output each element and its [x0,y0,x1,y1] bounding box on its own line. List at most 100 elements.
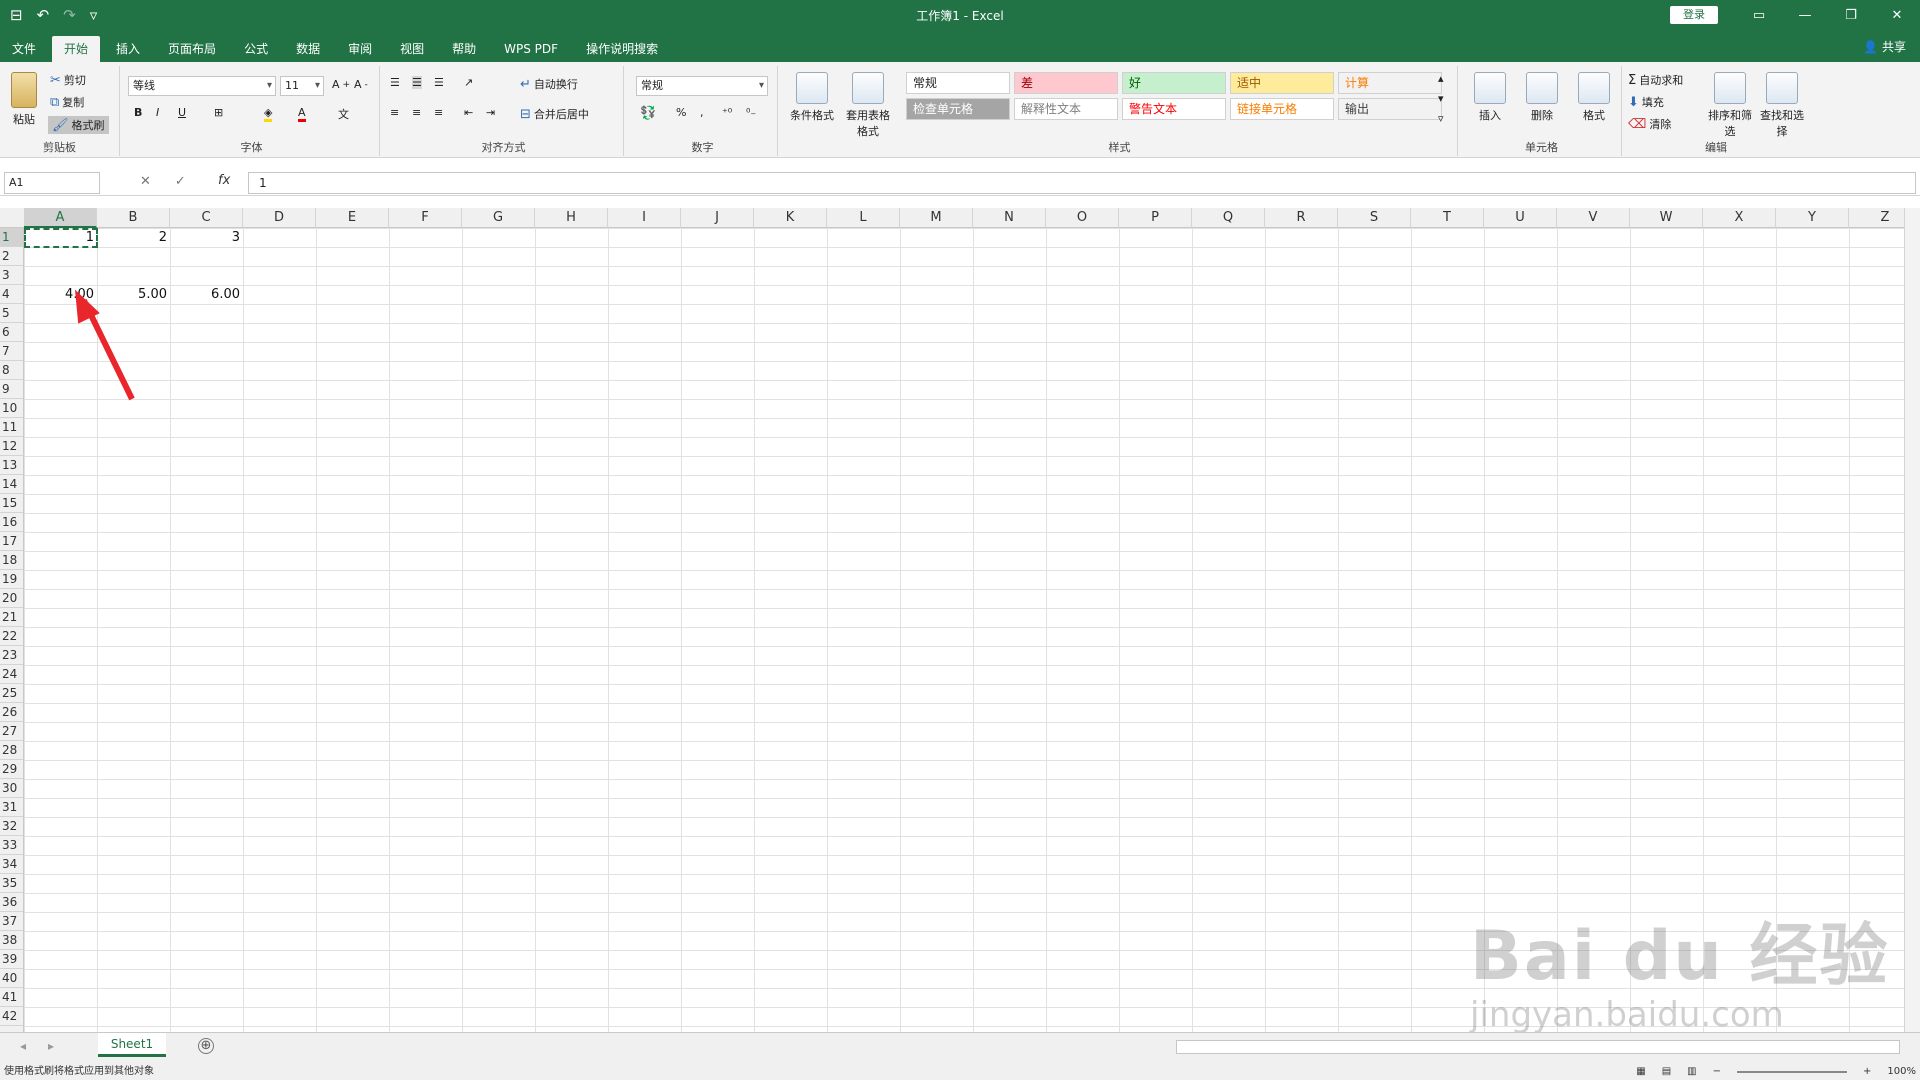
column-header-D[interactable]: D [243,208,316,228]
restore-button[interactable]: ❐ [1828,0,1874,30]
ribbon-display-icon[interactable]: ▭ [1736,0,1782,30]
find-select-button[interactable]: 查找和选择 [1756,72,1808,139]
align-middle-button[interactable]: ☰ [412,76,422,89]
align-bottom-button[interactable]: ☰ [434,76,444,89]
zoom-level[interactable]: 100% [1887,1064,1916,1080]
row-header-32[interactable]: 32 [0,817,23,836]
border-button[interactable]: ⊞ [214,106,223,119]
styles-scroll-up[interactable]: ▴ [1438,72,1444,85]
row-header-25[interactable]: 25 [0,684,23,703]
column-header-V[interactable]: V [1557,208,1630,228]
cell-style-4[interactable]: 计算 [1338,72,1442,94]
tab-2[interactable]: 插入 [104,36,152,62]
column-header-F[interactable]: F [389,208,462,228]
decrease-decimal-button[interactable]: ⁰₋ [746,106,756,119]
sheet-nav-left-icon[interactable]: ◂ [20,1039,26,1053]
tab-9[interactable]: WPS PDF [492,36,570,62]
row-header-28[interactable]: 28 [0,741,23,760]
column-header-L[interactable]: L [827,208,900,228]
sheet-nav-right-icon[interactable]: ▸ [48,1039,54,1053]
page-layout-icon[interactable]: ▤ [1662,1064,1671,1080]
row-header-33[interactable]: 33 [0,836,23,855]
minimize-button[interactable]: — [1782,0,1828,30]
horizontal-scrollbar[interactable] [1176,1040,1900,1054]
row-header-9[interactable]: 9 [0,380,23,399]
close-button[interactable]: ✕ [1874,0,1920,30]
cell-style-3[interactable]: 适中 [1230,72,1334,94]
tab-6[interactable]: 审阅 [336,36,384,62]
row-header-4[interactable]: 4 [0,285,23,304]
column-header-J[interactable]: J [681,208,754,228]
row-header-8[interactable]: 8 [0,361,23,380]
copy-button[interactable]: ⧉ 复制 [50,94,84,110]
row-header-12[interactable]: 12 [0,437,23,456]
tab-3[interactable]: 页面布局 [156,36,228,62]
format-cells-button[interactable]: 格式 [1568,72,1620,123]
align-right-button[interactable]: ≡ [434,106,443,119]
row-header-14[interactable]: 14 [0,475,23,494]
shrink-font-button[interactable]: A- [354,78,368,91]
row-header-16[interactable]: 16 [0,513,23,532]
column-header-W[interactable]: W [1630,208,1703,228]
cell-style-8[interactable]: 链接单元格 [1230,98,1334,120]
row-header-6[interactable]: 6 [0,323,23,342]
cell-style-6[interactable]: 解释性文本 [1014,98,1118,120]
column-header-Q[interactable]: Q [1192,208,1265,228]
column-header-O[interactable]: O [1046,208,1119,228]
column-header-N[interactable]: N [973,208,1046,228]
delete-cells-button[interactable]: 删除 [1516,72,1568,123]
row-header-39[interactable]: 39 [0,950,23,969]
format-as-table-button[interactable]: 套用表格格式 [842,72,894,139]
vertical-scrollbar[interactable] [1904,208,1920,1032]
paste-button[interactable]: 粘贴 [2,72,46,127]
add-sheet-icon[interactable]: ⊕ [198,1038,214,1054]
row-header-30[interactable]: 30 [0,779,23,798]
row-header-40[interactable]: 40 [0,969,23,988]
row-header-1[interactable]: 1 [0,228,23,247]
column-header-M[interactable]: M [900,208,973,228]
row-header-35[interactable]: 35 [0,874,23,893]
cancel-icon[interactable]: ✕ [140,174,151,189]
cell-style-9[interactable]: 输出 [1338,98,1442,120]
styles-more[interactable]: ▿ [1438,112,1444,125]
login-button[interactable]: 登录 [1670,6,1718,24]
column-header-U[interactable]: U [1484,208,1557,228]
row-header-17[interactable]: 17 [0,532,23,551]
sheet-tab[interactable]: Sheet1 [98,1033,166,1057]
bold-button[interactable]: B [134,106,142,119]
column-header-S[interactable]: S [1338,208,1411,228]
zoom-in-icon[interactable]: + [1863,1064,1871,1080]
tab-5[interactable]: 数据 [284,36,332,62]
row-header-41[interactable]: 41 [0,988,23,1007]
indent-increase-button[interactable]: ⇥ [486,106,495,119]
font-color-button[interactable]: A [298,106,306,122]
column-header-P[interactable]: P [1119,208,1192,228]
cell-B1[interactable]: 2 [97,228,170,247]
column-header-C[interactable]: C [170,208,243,228]
increase-decimal-button[interactable]: ⁺⁰ [722,106,732,119]
row-header-21[interactable]: 21 [0,608,23,627]
column-header-B[interactable]: B [97,208,170,228]
page-break-icon[interactable]: ▥ [1687,1064,1696,1080]
row-header-29[interactable]: 29 [0,760,23,779]
fill-button[interactable]: ⬇ 填充 [1628,94,1664,110]
number-format-combo[interactable]: 常规 ▾ [636,76,768,96]
indent-decrease-button[interactable]: ⇤ [464,106,473,119]
row-header-5[interactable]: 5 [0,304,23,323]
currency-button[interactable]: 💱 [640,106,656,121]
cell-style-7[interactable]: 警告文本 [1122,98,1226,120]
row-header-34[interactable]: 34 [0,855,23,874]
row-header-26[interactable]: 26 [0,703,23,722]
row-header-24[interactable]: 24 [0,665,23,684]
row-header-10[interactable]: 10 [0,399,23,418]
conditional-format-button[interactable]: 条件格式 [786,72,838,123]
column-header-H[interactable]: H [535,208,608,228]
tab-8[interactable]: 帮助 [440,36,488,62]
cell-C4[interactable]: 6.00 [170,285,243,304]
column-header-E[interactable]: E [316,208,389,228]
grow-font-button[interactable]: A + [332,78,350,91]
orientation-button[interactable]: ↗ [464,76,473,89]
row-header-7[interactable]: 7 [0,342,23,361]
font-size-combo[interactable]: 11 ▾ [280,76,324,96]
insert-function-icon[interactable]: fx [218,173,230,188]
